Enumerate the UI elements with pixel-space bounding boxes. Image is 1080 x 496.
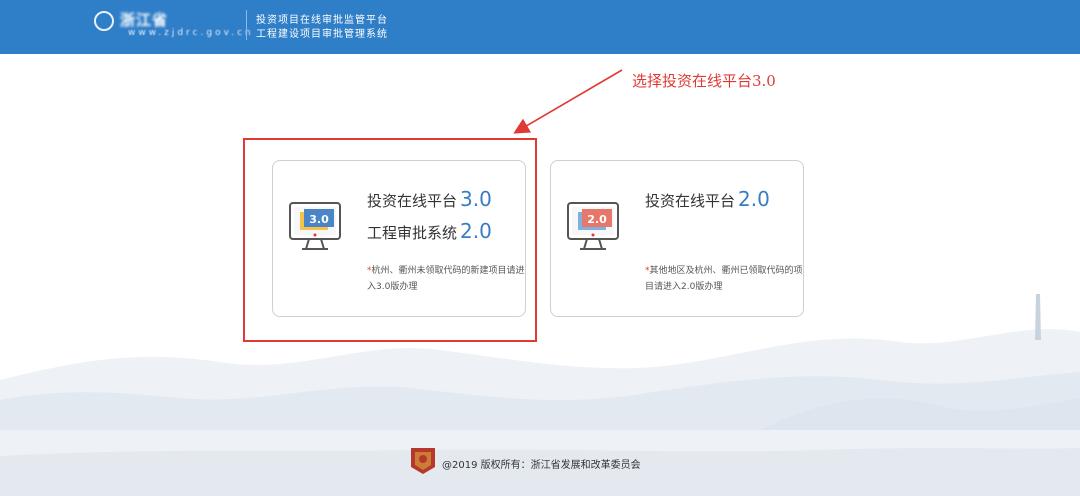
card-title-text: 投资在线平台 <box>367 192 458 210</box>
card-title-version: 3.0 <box>460 187 492 211</box>
header-title-line2: 工程建设项目审批管理系统 <box>256 29 388 40</box>
note-text: 杭州、衢州未领取代码的新建项目请进入3.0版办理 <box>367 266 525 292</box>
logo-url: www.zjdrc.gov.cn <box>128 28 254 38</box>
site-logo[interactable]: 浙江省 www.zjdrc.gov.cn <box>94 9 251 43</box>
monitor-icon: 3.0 <box>289 202 341 250</box>
card-note: *其他地区及杭州、衢州已领取代码的项目请进入2.0版办理 <box>645 263 805 295</box>
note-text: 其他地区及杭州、衢州已领取代码的项目请进入2.0版办理 <box>645 266 803 292</box>
card-note: *杭州、衢州未领取代码的新建项目请进入3.0版办理 <box>367 263 527 295</box>
copyright-text: @2019 版权所有：浙江省发展和改革委员会 <box>442 460 641 471</box>
card-title-version: 2.0 <box>460 219 492 243</box>
header-title-line1: 投资项目在线审批监管平台 <box>256 15 388 26</box>
header-divider <box>246 10 247 40</box>
monitor-version-label: 2.0 <box>587 213 607 226</box>
annotation-text: 选择投资在线平台3.0 <box>632 72 776 90</box>
card-platform-3[interactable]: 3.0 投资在线平台 3.0 工程审批系统 2.0 *杭州、衢州未领取代码的新建项目… <box>272 160 526 317</box>
monitor-version-label: 3.0 <box>309 213 329 226</box>
card-title-text: 投资在线平台 <box>645 192 736 210</box>
card-title-text: 工程审批系统 <box>367 224 458 242</box>
monitor-icon: 2.0 <box>567 202 619 250</box>
card-platform-2[interactable]: 2.0 投资在线平台 2.0 *其他地区及杭州、衢州已领取代码的项目请进入2.0版… <box>550 160 804 317</box>
card-title-investment: 投资在线平台 2.0 <box>645 187 770 211</box>
top-header: 浙江省 www.zjdrc.gov.cn 投资项目在线审批监管平台 工程建设项目… <box>0 0 1080 54</box>
logo-name: 浙江省 <box>120 11 169 29</box>
emblem-badge-icon <box>411 448 435 474</box>
card-title-investment: 投资在线平台 3.0 <box>367 187 492 211</box>
card-title-version: 2.0 <box>738 187 770 211</box>
emblem-icon <box>94 11 114 31</box>
card-title-approval: 工程审批系统 2.0 <box>367 219 492 243</box>
